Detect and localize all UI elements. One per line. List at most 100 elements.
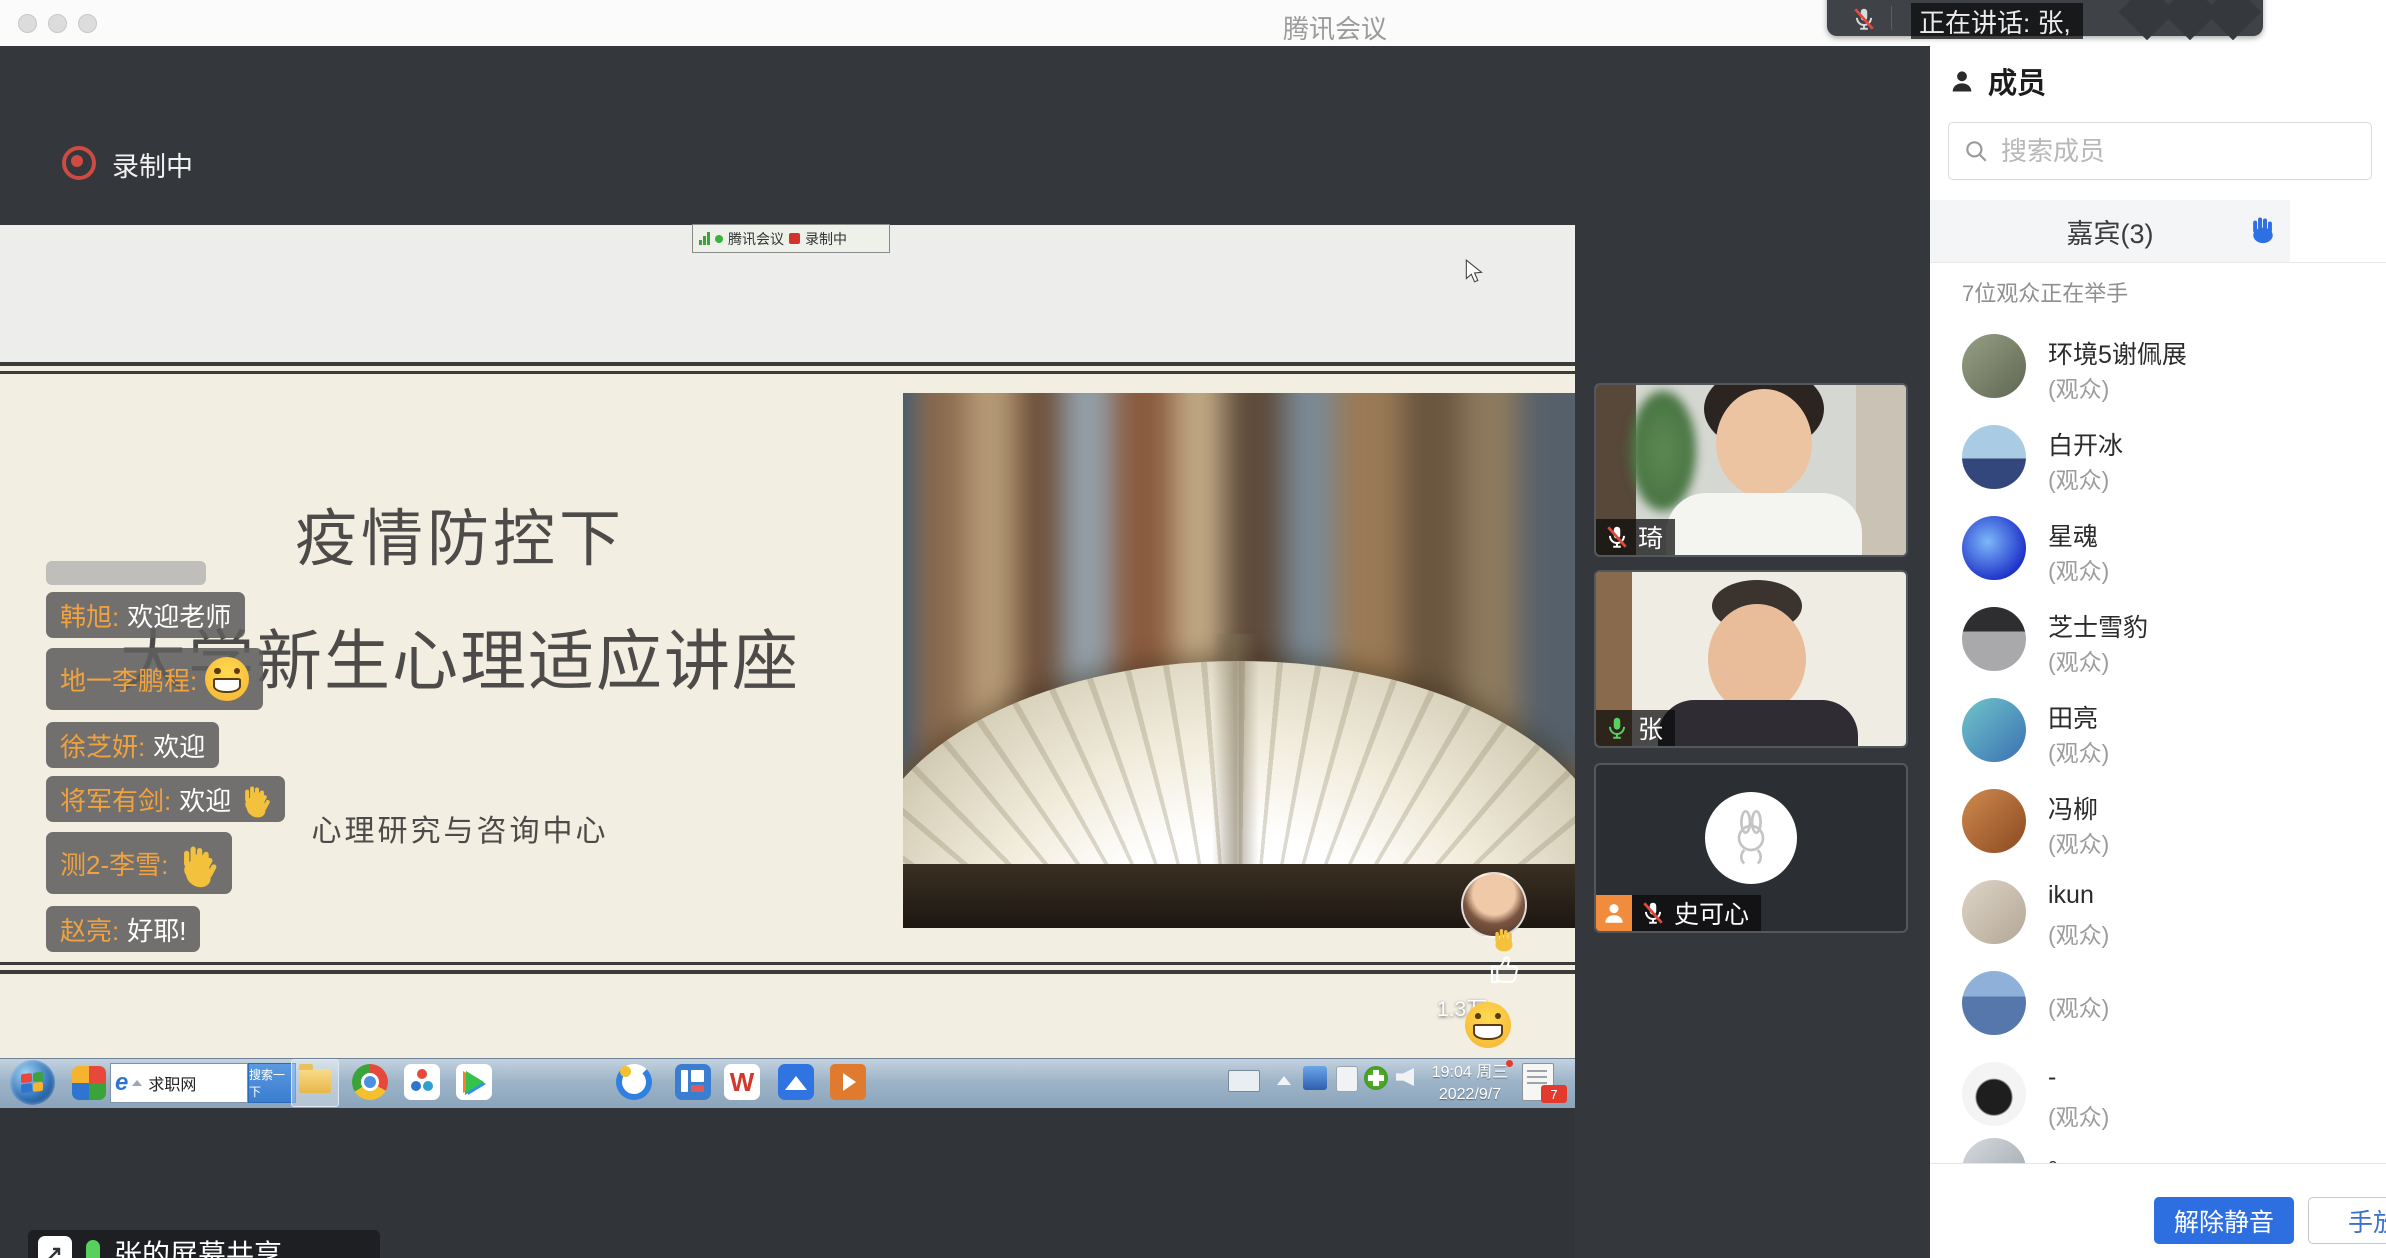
keyboard-tray-icon[interactable]: [1228, 1070, 1260, 1092]
avatar: [1962, 607, 2026, 671]
grin-emoji: [1465, 1002, 1511, 1048]
video-thumbnail[interactable]: 张: [1594, 570, 1908, 748]
presentation-app-icon[interactable]: [830, 1064, 866, 1100]
media-app-icon[interactable]: [404, 1064, 440, 1100]
browser-swirl-icon[interactable]: [616, 1064, 652, 1100]
mic-muted-icon: [1640, 900, 1666, 926]
member-row[interactable]: 芝士雪豹 (观众): [1930, 599, 2386, 690]
start-button[interactable]: [10, 1060, 55, 1105]
member-row[interactable]: 白开冰 (观众): [1930, 417, 2386, 508]
green-dot-icon: [715, 235, 723, 243]
explorer-taskbar-item[interactable]: [291, 1059, 339, 1107]
power-tray-icon[interactable]: [1336, 1066, 1358, 1092]
profile-badge-icon: [1596, 895, 1632, 931]
float-bar-app-label: 腾讯会议: [728, 229, 784, 249]
chat-sender: 韩旭:: [60, 597, 119, 634]
meeting-app-icon[interactable]: [778, 1064, 814, 1100]
slide-frame-top: [0, 362, 1575, 376]
video-thumbnail[interactable]: 史可心: [1594, 763, 1908, 933]
hand-down-button[interactable]: 手放: [2308, 1197, 2386, 1244]
taskbar-search-box[interactable]: e: [110, 1063, 248, 1103]
chat-sender: 地一李鹏程:: [60, 661, 197, 698]
window-minimize-button[interactable]: [48, 14, 67, 33]
taskbar-search-input[interactable]: [146, 1073, 234, 1093]
window-zoom-button[interactable]: [78, 14, 97, 33]
member-row[interactable]: ikun (观众): [1930, 872, 2386, 963]
slide-book-photo: [903, 393, 1575, 928]
signal-bars-icon: [699, 232, 710, 245]
tray-expand-icon[interactable]: [1277, 1076, 1291, 1085]
pinwheel-app-icon[interactable]: [72, 1066, 106, 1100]
clap-emoji: [239, 783, 271, 815]
member-role: (观众): [2048, 370, 2109, 404]
wps-icon[interactable]: W: [724, 1064, 760, 1100]
search-icon: [1963, 138, 1989, 164]
media-grid-icon[interactable]: [675, 1064, 711, 1100]
taskbar-clock[interactable]: 19:04 周三 2022/9/7: [1424, 1062, 1516, 1105]
chat-text: 欢迎: [153, 727, 205, 764]
member-role: (观众): [2048, 643, 2109, 677]
mic-muted-icon: [1604, 524, 1630, 550]
recorder-float-bar[interactable]: 腾讯会议 录制中: [692, 224, 890, 253]
chrome-icon[interactable]: [352, 1064, 388, 1100]
chat-sender: 赵亮:: [60, 911, 119, 948]
chat-text: 欢迎: [179, 781, 231, 818]
shared-desktop-bottom: [0, 976, 1575, 1058]
thumbs-up-icon: [1486, 950, 1524, 988]
taskbar-search-button[interactable]: 搜索一下: [248, 1063, 296, 1103]
unmute-button[interactable]: 解除静音: [2154, 1197, 2294, 1244]
chat-bubble: 徐芝妍: 欢迎: [46, 722, 219, 768]
member-role: (观众): [2048, 734, 2109, 768]
chat-sender: 测2-李雪:: [60, 845, 168, 882]
chat-bubble: 将军有剑: 欢迎: [46, 776, 285, 822]
avatar: [1962, 698, 2026, 762]
members-footer: 解除静音 手放: [1930, 1163, 2386, 1258]
antivirus-tray-icon[interactable]: [1364, 1066, 1388, 1090]
window-close-button[interactable]: [18, 14, 37, 33]
avatar: [1962, 789, 2026, 853]
chat-bubble-partial: [46, 561, 206, 585]
member-search-box[interactable]: [1948, 122, 2372, 180]
clock-time: 19:04 周三: [1424, 1062, 1516, 1084]
participant-name: 琦: [1638, 519, 1663, 555]
caret-icon: [132, 1080, 142, 1086]
avatar: [1962, 334, 2026, 398]
member-row[interactable]: (观众): [1930, 963, 2386, 1054]
thumbnail-name-strip: 史可心: [1632, 895, 1761, 931]
member-role: (观众): [2048, 552, 2109, 586]
member-row[interactable]: 田亮 (观众): [1930, 690, 2386, 781]
member-role: (观众): [2048, 461, 2109, 495]
folder-icon: [299, 1069, 331, 1093]
chat-bubble: 测2-李雪:: [46, 832, 232, 894]
tencent-video-icon[interactable]: [456, 1064, 492, 1100]
member-search-input[interactable]: [1999, 135, 2357, 168]
chat-sender: 徐芝妍:: [60, 727, 145, 764]
decor-diamond: [2205, 0, 2262, 40]
member-name: 环境5谢佩展: [2048, 335, 2187, 371]
float-bar-record-label: 录制中: [805, 229, 847, 249]
avatar: [1962, 425, 2026, 489]
member-row[interactable]: 冯柳 (观众): [1930, 781, 2386, 872]
share-status-label: 张的屏幕共享: [114, 1233, 282, 1258]
slide-frame-bottom: [0, 960, 1575, 976]
screen-share-status-bar[interactable]: 张的屏幕共享: [28, 1230, 380, 1258]
video-thumbnail[interactable]: 琦: [1594, 383, 1908, 557]
member-role: (观众): [2048, 825, 2109, 859]
record-square-icon: [789, 233, 800, 244]
thumbnail-name-strip: 张: [1596, 710, 1675, 746]
avatar: [1962, 516, 2026, 580]
member-role: (观众): [2048, 989, 2109, 1023]
mic-muted-icon: [1851, 6, 1877, 32]
member-row[interactable]: 星魂 (观众): [1930, 508, 2386, 599]
ime-tray-icon[interactable]: [1303, 1066, 1327, 1090]
avatar: [1962, 971, 2026, 1035]
raise-hand-icon[interactable]: [2247, 214, 2279, 246]
bunny-avatar: [1705, 792, 1797, 884]
clap-emoji: [176, 842, 218, 884]
mic-level-icon: [86, 1240, 100, 1258]
member-name: ikun: [2048, 881, 2094, 910]
member-name: 芝士雪豹: [2048, 608, 2148, 644]
member-row[interactable]: 环境5谢佩展 (观众): [1930, 326, 2386, 417]
members-icon: [1948, 67, 1976, 95]
tab-guests[interactable]: 嘉宾(3): [1930, 200, 2290, 262]
